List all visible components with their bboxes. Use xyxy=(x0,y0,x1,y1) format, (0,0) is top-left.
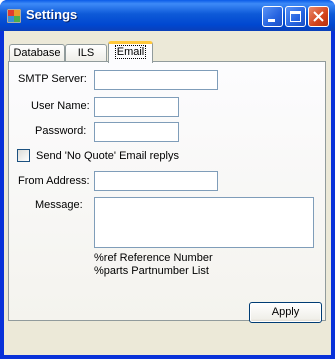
close-button[interactable] xyxy=(308,6,329,27)
minimize-icon xyxy=(268,19,275,22)
tab-database-label: Database xyxy=(13,47,61,59)
close-icon xyxy=(313,11,324,22)
client-area: Database ILS Email SMTP Server: User Nam… xyxy=(4,31,331,355)
settings-window: Settings Database ILS Email SMTP Server:… xyxy=(0,0,335,359)
window-title: Settings xyxy=(26,7,78,22)
user-name-input[interactable] xyxy=(94,97,179,117)
tab-email-label: Email xyxy=(114,45,147,59)
user-name-label: User Name: xyxy=(31,100,90,112)
password-label: Password: xyxy=(35,125,87,137)
title-bar[interactable]: Settings xyxy=(0,0,335,31)
from-address-input[interactable] xyxy=(94,171,218,191)
no-quote-checkbox[interactable] xyxy=(17,149,30,162)
hint-ref-text: %ref Reference Number xyxy=(94,252,213,264)
message-input[interactable] xyxy=(94,197,314,248)
settings-app-icon xyxy=(7,9,21,23)
email-tab-page: SMTP Server: User Name: Password: Send '… xyxy=(8,61,326,321)
maximize-button[interactable] xyxy=(285,6,306,27)
from-address-label: From Address: xyxy=(18,175,90,187)
password-input[interactable] xyxy=(94,122,179,142)
hint-parts-text: %parts Partnumber List xyxy=(94,265,209,277)
tab-ils-label: ILS xyxy=(77,47,95,59)
minimize-button[interactable] xyxy=(262,6,283,27)
apply-button[interactable]: Apply xyxy=(249,302,322,323)
no-quote-label[interactable]: Send 'No Quote' Email replys xyxy=(36,150,179,162)
smtp-server-label: SMTP Server: xyxy=(18,73,87,85)
message-label: Message: xyxy=(35,199,83,211)
tab-email[interactable]: Email xyxy=(108,41,153,63)
smtp-server-input[interactable] xyxy=(94,70,218,90)
maximize-icon xyxy=(290,11,301,22)
